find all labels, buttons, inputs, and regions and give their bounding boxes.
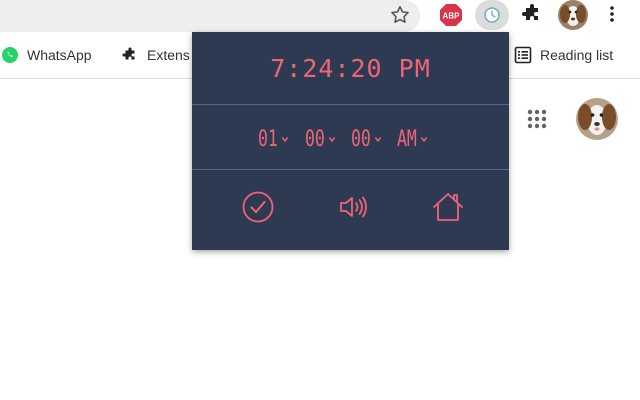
reading-list-icon (514, 46, 532, 64)
current-time-display: 7:24:20 PM (270, 54, 431, 83)
second-value: 00 (351, 126, 371, 152)
hour-select[interactable]: 01 (258, 124, 288, 154)
minute-select[interactable]: 00 (305, 124, 335, 154)
browser-toolbar: ABP (0, 0, 640, 32)
chevron-down-icon (374, 136, 381, 143)
chevron-down-icon (420, 136, 427, 143)
ampm-select[interactable]: AM (397, 124, 427, 154)
bookmark-star-icon[interactable] (389, 4, 411, 26)
chevron-down-icon (328, 136, 335, 143)
popup-divider (192, 169, 509, 170)
clock-extension-button[interactable] (475, 0, 509, 30)
speaker-icon[interactable] (336, 190, 370, 224)
bookmark-extensions[interactable]: Extens (121, 38, 190, 72)
reading-list-button[interactable]: Reading list (514, 38, 613, 72)
alarm-clock-popup: 7:24:20 PM 01 00 00 AM (192, 32, 509, 250)
whatsapp-icon (2, 47, 18, 63)
browser-menu-icon[interactable] (600, 2, 626, 28)
ampm-value: AM (397, 126, 417, 152)
account-avatar[interactable] (576, 98, 618, 140)
hour-value: 01 (258, 126, 278, 152)
profile-avatar[interactable] (558, 0, 588, 30)
check-icon[interactable] (241, 190, 275, 224)
second-select[interactable]: 00 (351, 124, 381, 154)
extensions-puzzle-icon[interactable] (520, 2, 546, 28)
popup-divider (192, 104, 509, 105)
bookmark-label: WhatsApp (27, 47, 92, 63)
adblock-badge-text: ABP (443, 12, 461, 21)
home-icon[interactable] (431, 190, 465, 224)
bookmark-label: Extens (147, 47, 190, 63)
apps-grid-icon[interactable] (525, 107, 549, 131)
chevron-down-icon (281, 136, 288, 143)
puzzle-icon (122, 47, 135, 60)
minute-value: 00 (305, 126, 325, 152)
adblock-plus-icon[interactable]: ABP (438, 2, 464, 28)
clock-icon (484, 7, 500, 23)
address-bar[interactable] (0, 0, 420, 32)
reading-list-label: Reading list (540, 47, 614, 63)
bookmark-whatsapp[interactable]: WhatsApp (1, 38, 92, 72)
